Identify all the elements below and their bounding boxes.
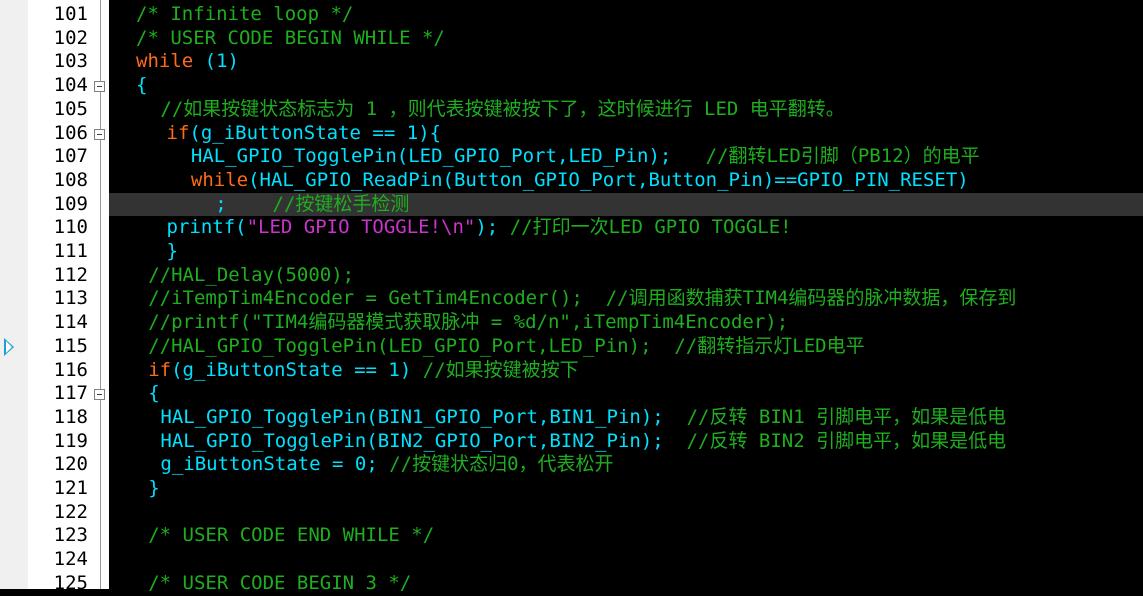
code-token-cm: //打印一次LED GPIO TOGGLE!: [509, 216, 792, 239]
line-number: 124: [53, 548, 88, 571]
code-token-fn: (g_iButtonState ==: [189, 121, 407, 144]
line-number: 101: [53, 3, 88, 25]
code-token-cm: //iTempTim4Encoder = GetTim4Encoder(); /…: [148, 287, 1017, 310]
code-token-cm: //HAL_Delay(5000);: [148, 263, 355, 286]
code-token-fn: ): [227, 50, 239, 73]
code-token-cm: /* Infinite loop */: [136, 3, 354, 25]
code-token-fn: ;: [215, 192, 273, 215]
line-number: 110: [53, 216, 88, 239]
line-number: 109: [53, 192, 88, 215]
code-line[interactable]: HAL_GPIO_TogglePin(BIN2_GPIO_Port,BIN2_P…: [160, 430, 1006, 454]
code-line[interactable]: {: [148, 382, 159, 406]
code-token-num: 1: [216, 50, 228, 73]
breakpoint-margin[interactable]: [0, 0, 28, 589]
code-line[interactable]: /* Infinite loop */: [136, 3, 353, 27]
code-line[interactable]: //HAL_Delay(5000);: [148, 264, 354, 288]
code-token-cm: /* USER CODE END WHILE */: [148, 524, 435, 547]
code-line[interactable]: //printf("TIM4编码器模式获取脉冲 = %d/n",iTempTim…: [148, 311, 788, 335]
code-token-cm: /* USER CODE BEGIN 3 */: [148, 571, 412, 594]
minus-box-icon[interactable]: [94, 389, 105, 401]
minus-box-icon[interactable]: [94, 128, 105, 140]
line-number: 106: [53, 121, 88, 144]
code-line[interactable]: g_iButtonState = 0; //按键状态归0，代表松开: [160, 453, 613, 477]
code-line[interactable]: /* USER CODE BEGIN 3 */: [148, 572, 411, 596]
line-number: 116: [53, 358, 88, 381]
code-token-fn: (: [193, 50, 217, 73]
code-token-fn: {: [136, 74, 148, 97]
play-triangle-icon[interactable]: [4, 338, 14, 356]
code-token-str: "LED GPIO TOGGLE!\n": [246, 216, 476, 239]
line-number: 105: [53, 97, 88, 120]
line-number: 113: [53, 287, 88, 310]
code-token-cm: //反转 BIN2 引脚电平，如果是低电: [686, 429, 1007, 452]
code-line[interactable]: //如果按键状态标志为 1 ，则代表按键被按下了，这时候进行 LED 电平翻转。: [160, 98, 844, 122]
code-token-fn: ;: [366, 453, 390, 476]
code-line[interactable]: if(g_iButtonState == 1) //如果按键被按下: [148, 359, 578, 383]
code-token-fn: ): [399, 358, 423, 381]
code-token-fn: }: [166, 240, 178, 262]
code-line[interactable]: }: [148, 477, 159, 501]
code-token-num: 1: [388, 358, 400, 381]
code-token-fn: {: [148, 382, 160, 405]
code-line[interactable]: //iTempTim4Encoder = GetTim4Encoder(); /…: [148, 287, 1016, 311]
code-token-cm: //按键状态归0，代表松开: [389, 453, 614, 476]
code-token-num: 0: [354, 453, 367, 476]
code-token-fn: );: [475, 216, 510, 239]
line-number: 120: [53, 453, 88, 476]
code-token-fn: }: [148, 477, 160, 499]
line-number: 115: [53, 334, 88, 357]
line-number: 103: [53, 50, 88, 73]
code-token-fn: g_iButtonState =: [160, 453, 355, 476]
code-token-fn: (g_iButtonState ==: [171, 358, 389, 381]
line-number: 112: [53, 263, 88, 286]
code-line[interactable]: HAL_GPIO_TogglePin(LED_GPIO_Port,LED_Pin…: [191, 145, 980, 169]
line-number: 104: [53, 74, 88, 97]
code-token-kw: while: [190, 168, 249, 191]
line-number: 108: [53, 168, 88, 191]
code-token-fn: printf(: [166, 216, 247, 239]
minus-box-icon[interactable]: [94, 81, 105, 93]
code-line[interactable]: printf("LED GPIO TOGGLE!\n"); //打印一次LED …: [167, 216, 792, 240]
code-token-cm: //如果按键被按下: [422, 358, 579, 381]
code-line[interactable]: {: [136, 74, 147, 98]
line-number: 118: [53, 405, 88, 428]
code-token-fn: HAL_GPIO_TogglePin(LED_GPIO_Port,LED_Pin…: [190, 145, 706, 168]
code-token-fn: HAL_GPIO_TogglePin(BIN1_GPIO_Port,BIN1_P…: [160, 405, 687, 428]
code-token-cm: //翻转LED引脚（PB12）的电平: [705, 145, 980, 168]
line-number: 121: [53, 477, 88, 499]
code-line[interactable]: ; //按键松手检测: [215, 193, 409, 217]
code-token-fn: (HAL_GPIO_ReadPin(Button_GPIO_Port,Butto…: [248, 168, 969, 191]
line-number: 122: [53, 500, 88, 523]
code-token-cm: //如果按键状态标志为 1 ，则代表按键被按下了，这时候进行 LED 电平翻转。: [160, 97, 845, 120]
code-token-cm: //按键松手检测: [272, 192, 410, 215]
line-number: 102: [53, 26, 88, 49]
code-token-kw: if: [166, 121, 190, 144]
code-line[interactable]: HAL_GPIO_TogglePin(BIN1_GPIO_Port,BIN1_P…: [160, 406, 1006, 430]
code-line[interactable]: //HAL_GPIO_TogglePin(LED_GPIO_Port,LED_P…: [148, 335, 864, 359]
code-line[interactable]: while(HAL_GPIO_ReadPin(Button_GPIO_Port,…: [191, 169, 969, 193]
code-line[interactable]: while (1): [136, 50, 239, 74]
code-token-cm: //反转 BIN1 引脚电平，如果是低电: [686, 405, 1007, 428]
line-number: 114: [53, 311, 88, 334]
code-line[interactable]: /* USER CODE END WHILE */: [148, 524, 434, 548]
line-number: 107: [53, 145, 88, 168]
code-line[interactable]: /* USER CODE BEGIN WHILE */: [136, 27, 445, 51]
code-token-cm: //HAL_GPIO_TogglePin(LED_GPIO_Port,LED_P…: [148, 334, 865, 357]
line-number: 111: [53, 240, 88, 262]
line-number: 125: [53, 571, 88, 594]
code-line[interactable]: }: [167, 240, 178, 264]
code-line[interactable]: if(g_iButtonState == 1){: [167, 122, 442, 146]
code-token-fn: HAL_GPIO_TogglePin(BIN2_GPIO_Port,BIN2_P…: [160, 429, 687, 452]
code-token-cm: /* USER CODE BEGIN WHILE */: [136, 26, 445, 49]
code-token-kw: if: [148, 358, 172, 381]
code-token-num: 1: [406, 121, 419, 144]
code-token-cm: //printf("TIM4编码器模式获取脉冲 = %d/n",iTempTim…: [148, 311, 789, 334]
code-token-kw: while: [136, 50, 194, 73]
line-number: 119: [53, 429, 88, 452]
line-number: 123: [53, 524, 88, 547]
code-token-fn: ){: [418, 121, 442, 144]
line-number: 117: [53, 382, 88, 405]
